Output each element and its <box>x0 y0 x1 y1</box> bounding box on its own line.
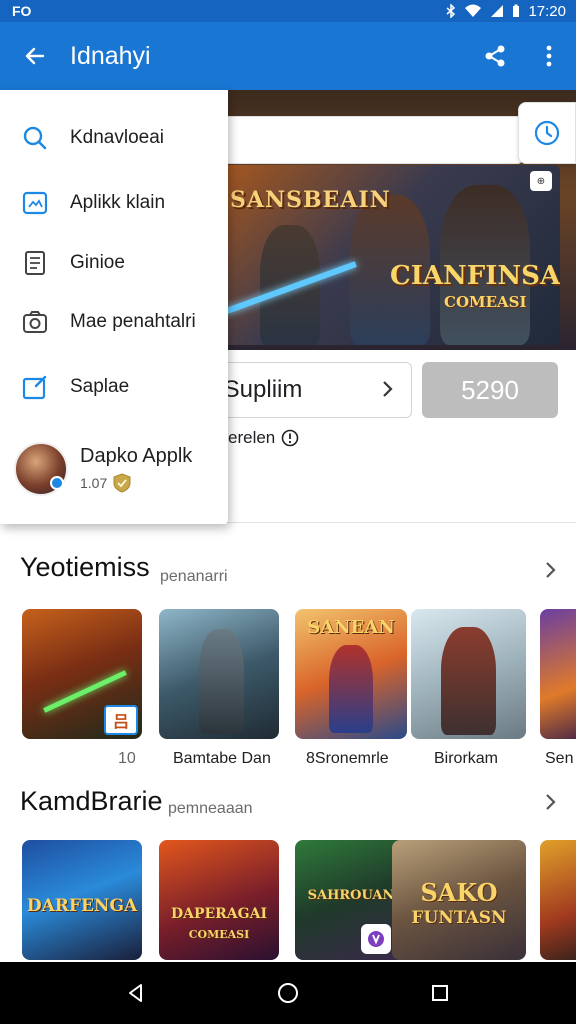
tile-9-sub: FUNTASN <box>411 908 507 928</box>
tile-5-label: Sen <box>545 750 574 767</box>
section2-more-icon[interactable] <box>544 790 558 814</box>
document-icon <box>25 251 45 275</box>
tile-7-name: DAPERAGAI <box>170 906 268 922</box>
app-title: Idnahyi <box>70 41 151 70</box>
bluetooth-icon <box>446 4 456 18</box>
drawer-item-save[interactable]: Saplae <box>0 359 228 415</box>
profile-rating: 1.07 <box>80 472 192 494</box>
more-vert-icon <box>546 45 552 67</box>
navigation-drawer: Kdnavloeai Aplikk klain Ginioe Mae penah… <box>0 90 228 524</box>
drawer-item-label: Kdnavloeai <box>70 127 165 148</box>
profile-rating-value: 1.07 <box>80 474 108 491</box>
search-field[interactable] <box>200 116 522 164</box>
status-icons: 17:20 <box>446 3 566 20</box>
drawer-item-genre[interactable]: Ginioe <box>0 235 228 291</box>
signal-icon <box>491 5 504 17</box>
avatar <box>14 442 68 496</box>
info-icon <box>281 429 299 447</box>
square-recents-icon <box>432 985 448 1001</box>
image-icon <box>22 191 48 215</box>
drawer-item-label: Mae penahtalri <box>70 311 196 332</box>
price-button[interactable]: 5290 <box>422 362 558 418</box>
status-bar: FO 17:20 <box>0 0 576 22</box>
supplier-button[interactable]: ) Supliim <box>200 362 412 418</box>
game-tile-2[interactable] <box>159 609 279 739</box>
tile-9-name: SAKO <box>420 878 498 907</box>
avatar-badge <box>50 476 64 490</box>
circle-home-icon <box>278 983 298 1003</box>
chevron-right-icon <box>383 381 393 397</box>
profile-name: Dapko Applk <box>80 444 193 467</box>
edit-icon <box>22 375 47 400</box>
tile-knight-figure <box>199 629 244 734</box>
game-tile-9[interactable]: SAKO FUNTASN <box>392 840 526 960</box>
banner-subtitle: COMEASI <box>444 293 527 311</box>
status-left-text: FO <box>12 3 32 19</box>
status-time: 17:20 <box>528 2 566 20</box>
section1-subtitle: penanarri <box>160 568 228 585</box>
drawer-item-label: Ginioe <box>70 252 125 273</box>
tile-6-name: DARFENGA <box>26 896 138 916</box>
tile-8-badge <box>361 924 391 954</box>
app-badge-icon <box>368 931 384 947</box>
clock-icon <box>534 120 560 146</box>
game-tile-3[interactable]: SANEAN <box>295 609 407 739</box>
share-icon <box>485 45 505 67</box>
nav-recents-button[interactable] <box>410 962 470 1024</box>
section1-title: Yeotiemiss <box>20 552 150 582</box>
tile-3-label: 8Sronemrle <box>306 750 389 767</box>
supplier-label: Supliim <box>223 376 303 403</box>
tile-armored-figure <box>441 627 496 735</box>
drawer-item-search[interactable]: Kdnavloeai <box>0 110 228 166</box>
drawer-item-apps[interactable]: Aplikk klain <box>0 175 228 231</box>
camera-icon <box>23 311 47 333</box>
tile-4-label: Birorkam <box>434 750 499 767</box>
tile-7-sub: COMEASI <box>188 928 250 941</box>
history-button[interactable] <box>518 102 576 164</box>
triangle-back-icon <box>129 984 142 1002</box>
game-tile-7[interactable]: DAPERAGAI COMEASI <box>159 840 279 960</box>
drawer-profile[interactable]: Dapko Applk 1.07 <box>14 442 192 496</box>
search-icon <box>23 126 47 150</box>
game-tile-6[interactable]: DARFENGA <box>22 840 142 960</box>
drawer-item-camera[interactable]: Mae penahtalri <box>0 294 228 350</box>
app-bar: Idnahyi <box>0 22 576 90</box>
section2-subtitle: pemneaaan <box>168 800 253 817</box>
system-navigation-bar <box>0 962 576 1024</box>
section2-title: KamdBrarie <box>20 786 163 816</box>
nav-back-button[interactable] <box>106 962 166 1024</box>
meta-text: erelen <box>228 428 276 447</box>
banner-left-title: SANSBEAIN <box>230 187 391 213</box>
game-tile-1[interactable]: 吕 <box>22 609 142 739</box>
drawer-item-label: Saplae <box>70 376 130 397</box>
battery-icon <box>513 4 520 17</box>
wifi-icon <box>465 4 482 17</box>
nav-home-button[interactable] <box>258 962 318 1024</box>
game-tile-4[interactable] <box>411 609 526 739</box>
meta-info: erelen <box>228 428 299 448</box>
tile-hero-figure <box>329 645 373 733</box>
game-tile-10[interactable] <box>540 840 576 960</box>
banner-title: CIANFINSAI <box>390 261 560 291</box>
tile-3-name: SANEAN <box>307 617 395 638</box>
game-tile-5[interactable] <box>540 609 576 739</box>
tile-8-name: SAHROUAN <box>307 888 395 903</box>
arrow-left-icon <box>25 47 45 65</box>
tile-1-corner-label: 10 <box>118 750 136 767</box>
back-button[interactable] <box>0 22 70 90</box>
tile-badge-icon: 吕 <box>104 705 138 735</box>
tile-2-label: Bamtabe Dan <box>173 750 271 767</box>
game-tile-8[interactable]: SAHROUAN <box>295 840 407 960</box>
share-button[interactable] <box>468 22 522 90</box>
shield-icon <box>113 472 131 493</box>
section1-more-icon[interactable] <box>544 558 558 582</box>
featured-banner[interactable]: SANSBEAIN CIANFINSAI COMEASI ⊕ <box>200 165 560 345</box>
more-options-button[interactable] <box>522 22 576 90</box>
drawer-item-label: Aplikk klain <box>70 192 166 213</box>
banner-badge-icon: ⊕ <box>530 171 552 191</box>
